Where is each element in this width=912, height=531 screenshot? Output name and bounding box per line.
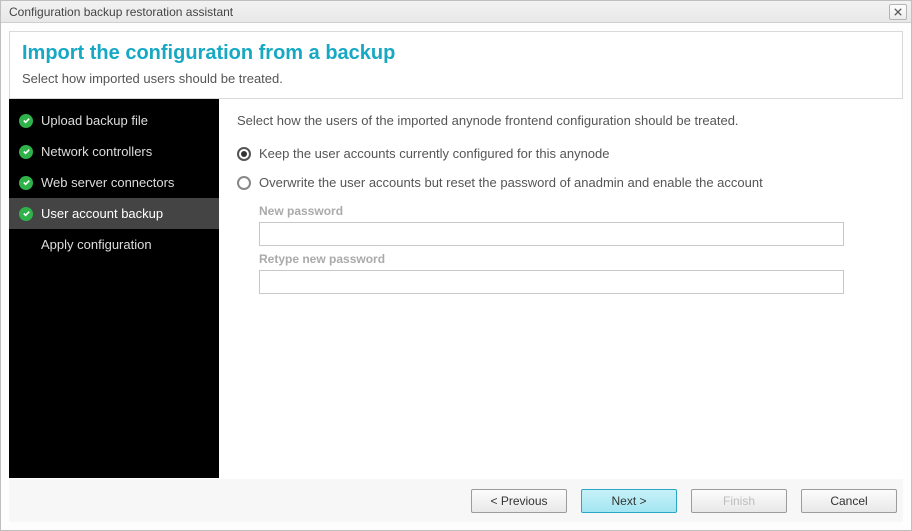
new-password-label: New password: [259, 204, 885, 218]
wizard-sidebar: Upload backup file Network controllers W…: [9, 99, 219, 478]
overwrite-subfields: New password Retype new password: [259, 204, 885, 294]
finish-button: Finish: [691, 489, 787, 513]
radio-keep-accounts[interactable]: Keep the user accounts currently configu…: [237, 146, 885, 161]
radio-overwrite-accounts[interactable]: Overwrite the user accounts but reset th…: [237, 175, 885, 190]
close-icon: [894, 8, 902, 16]
page-title: Import the configuration from a backup: [22, 42, 890, 65]
step-upload-backup[interactable]: Upload backup file: [9, 105, 219, 136]
step-user-account-backup[interactable]: User account backup: [9, 198, 219, 229]
main-content: Select how the users of the imported any…: [219, 99, 903, 478]
wizard-footer: < Previous Next > Finish Cancel: [9, 478, 903, 522]
main-instruction: Select how the users of the imported any…: [237, 113, 885, 128]
retype-password-label: Retype new password: [259, 252, 885, 266]
step-icon-placeholder: [19, 238, 33, 252]
radio-label: Overwrite the user accounts but reset th…: [259, 175, 763, 190]
page-subtitle: Select how imported users should be trea…: [22, 71, 890, 86]
check-icon: [19, 145, 33, 159]
cancel-button[interactable]: Cancel: [801, 489, 897, 513]
dialog-window: Configuration backup restoration assista…: [0, 0, 912, 531]
radio-icon-unselected: [237, 176, 251, 190]
step-label: Apply configuration: [41, 237, 209, 252]
previous-button[interactable]: < Previous: [471, 489, 567, 513]
step-label: Network controllers: [41, 144, 209, 159]
window-title: Configuration backup restoration assista…: [9, 5, 233, 19]
retype-password-input[interactable]: [259, 270, 844, 294]
step-label: Web server connectors: [41, 175, 209, 190]
check-icon: [19, 114, 33, 128]
step-apply-configuration[interactable]: Apply configuration: [9, 229, 219, 260]
step-network-controllers[interactable]: Network controllers: [9, 136, 219, 167]
body-area: Upload backup file Network controllers W…: [9, 99, 903, 478]
step-web-server-connectors[interactable]: Web server connectors: [9, 167, 219, 198]
check-icon: [19, 176, 33, 190]
new-password-input[interactable]: [259, 222, 844, 246]
radio-label: Keep the user accounts currently configu…: [259, 146, 610, 161]
radio-icon-selected: [237, 147, 251, 161]
titlebar: Configuration backup restoration assista…: [1, 1, 911, 23]
next-button[interactable]: Next >: [581, 489, 677, 513]
step-label: Upload backup file: [41, 113, 209, 128]
header-panel: Import the configuration from a backup S…: [9, 31, 903, 99]
close-button[interactable]: [889, 4, 907, 20]
check-icon: [19, 207, 33, 221]
step-label: User account backup: [41, 206, 209, 221]
